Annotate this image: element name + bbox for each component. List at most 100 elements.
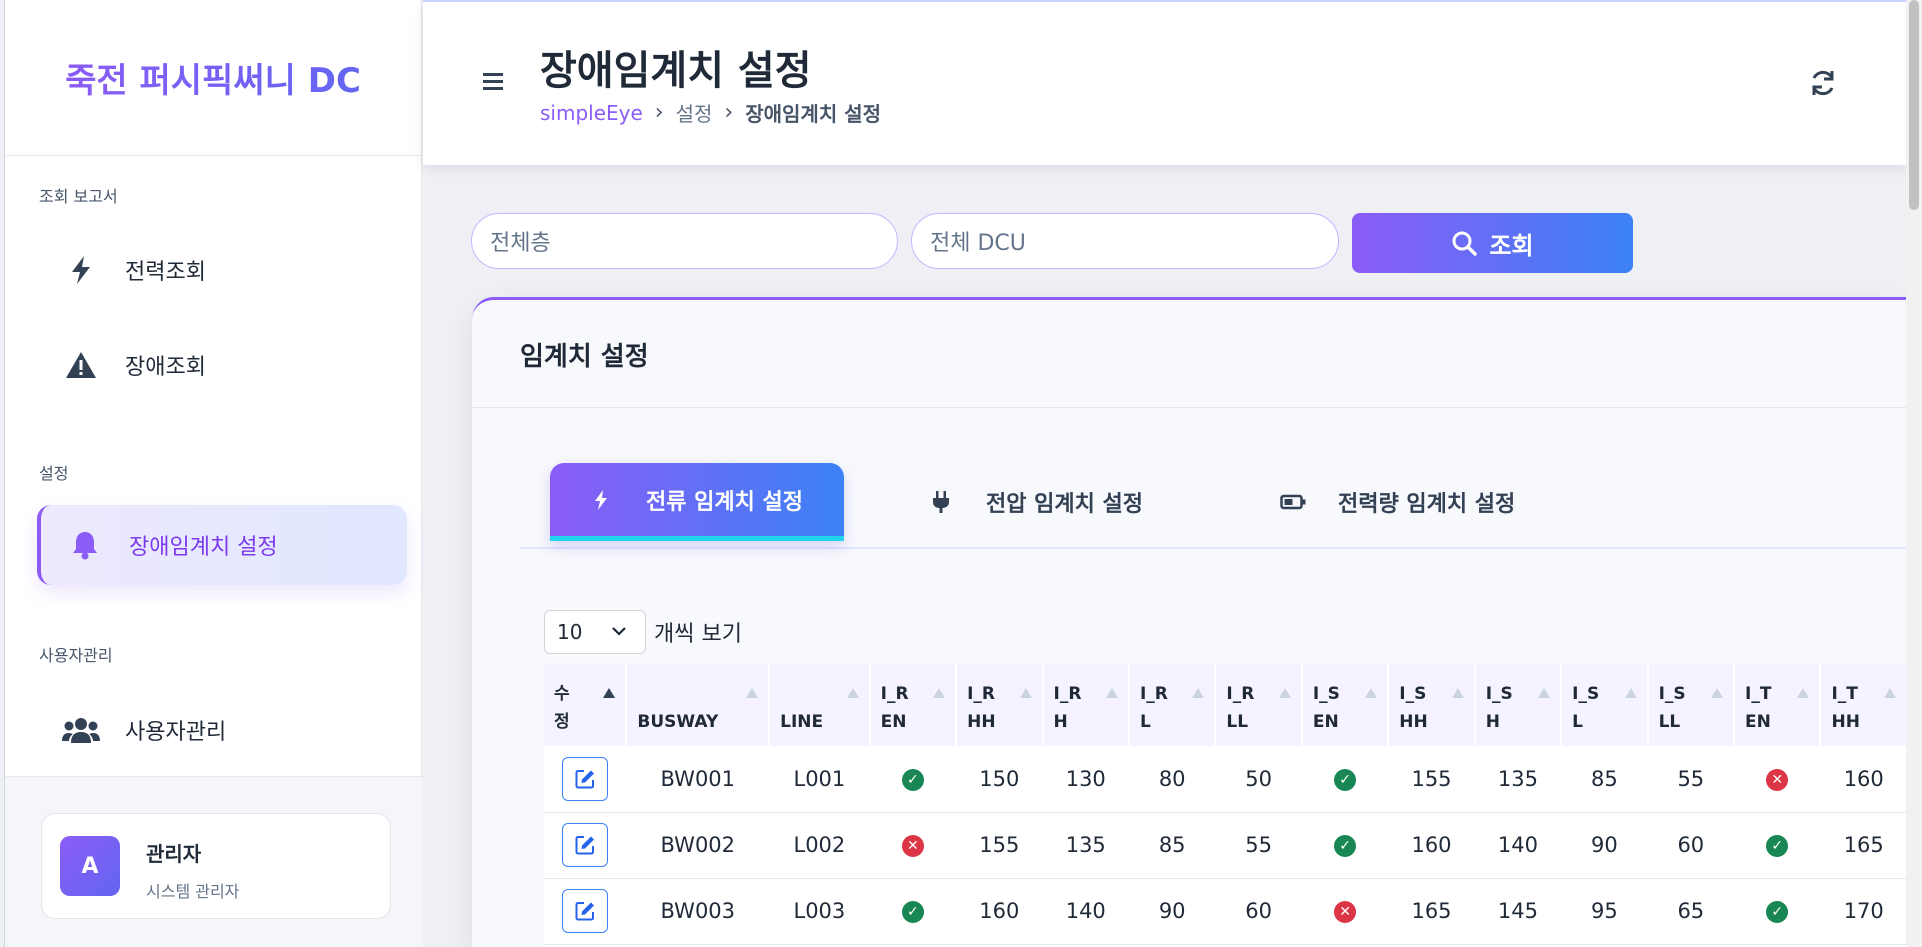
section-label-settings: 설정 — [39, 464, 69, 483]
cell-r-h: 130 — [1042, 746, 1129, 813]
col-header-it-hh[interactable]: I_T HH — [1820, 664, 1908, 746]
breadcrumb-home[interactable]: simpleEye — [540, 101, 643, 125]
cell-r-en: ✓ — [869, 746, 957, 813]
tab-current[interactable]: 전류 임계치 설정 — [550, 463, 844, 541]
page-length-select[interactable]: 10 — [544, 610, 646, 654]
cell-r-en: ✓ — [869, 878, 957, 945]
sort-icon — [1884, 688, 1896, 698]
cell-r-h: 135 — [1042, 812, 1129, 879]
col-header-ir-hh[interactable]: I_R HH — [956, 664, 1044, 746]
chevron-right-icon: › — [724, 100, 734, 125]
col-header-is-ll[interactable]: I_S LL — [1647, 664, 1736, 746]
sort-icon — [846, 688, 859, 698]
refresh-icon[interactable] — [1806, 66, 1840, 100]
col-header-is-h[interactable]: I_S H — [1474, 664, 1563, 746]
cell-s-hh: 155 — [1388, 746, 1475, 813]
cell-r-ll: 60 — [1215, 878, 1302, 945]
cell-r-l: 80 — [1128, 746, 1216, 813]
cell-t-en: ✓ — [1734, 878, 1821, 945]
sort-icon — [1278, 688, 1291, 698]
sort-icon — [746, 688, 759, 698]
page-title: 장애임계치 설정 — [540, 48, 812, 94]
sort-icon — [1365, 688, 1378, 698]
col-header-line[interactable]: LINE — [769, 664, 871, 746]
cell-r-hh: 150 — [956, 746, 1043, 813]
sort-icon — [933, 688, 946, 698]
section-label-reports: 조회 보고서 — [39, 187, 118, 206]
sort-icon — [1624, 688, 1637, 698]
cell-busway: BW001 — [626, 746, 770, 813]
battery-icon — [1278, 494, 1308, 510]
col-header-edit[interactable]: 수정 — [544, 664, 628, 746]
dcu-select[interactable]: 전체 DCU — [911, 213, 1339, 269]
cell-line: L003 — [769, 878, 870, 945]
sort-icon — [1192, 688, 1205, 698]
cell-s-h: 145 — [1474, 878, 1562, 945]
page-scrollbar[interactable] — [1906, 0, 1922, 947]
search-button[interactable]: 조회 — [1352, 213, 1633, 273]
col-header-is-hh[interactable]: I_S HH — [1388, 664, 1476, 746]
users-icon — [59, 708, 103, 752]
col-header-ir-h[interactable]: I_R H — [1042, 664, 1130, 746]
tab-energy[interactable]: 전력량 임계치 설정 — [1242, 463, 1612, 541]
sort-icon — [603, 688, 616, 698]
table-header-row: 수정 BUSWAY LINE I_R EN I_R HH I_R H I_R L I_R… — [544, 664, 1908, 746]
plug-icon — [926, 490, 956, 514]
sidebar-item-label: 장애임계치 설정 — [129, 535, 278, 560]
cell-s-en: ✓ — [1301, 746, 1389, 813]
col-header-ir-l[interactable]: I_R L — [1128, 664, 1217, 746]
sort-icon — [1451, 688, 1464, 698]
bolt-icon — [586, 489, 616, 511]
cell-s-en: ✕ — [1301, 878, 1389, 945]
card-header: 임계치 설정 — [472, 300, 1908, 408]
edit-button[interactable] — [562, 889, 609, 933]
sidebar-item-label: 장애조회 — [125, 355, 206, 380]
sidebar-item-users[interactable]: 사용자관리 — [37, 690, 407, 770]
col-header-is-en[interactable]: I_S EN — [1301, 664, 1390, 746]
sidebar-item-fault[interactable]: 장애조회 — [37, 325, 407, 405]
cell-s-ll: 65 — [1647, 878, 1735, 945]
sidebar: 죽전 퍼시픽써니 DC 조회 보고서 전력조회 장애조회 설정 장애임계치 설정… — [4, 0, 423, 947]
sidebar-footer: A 관리자 시스템 관리자 — [5, 776, 423, 947]
tab-voltage[interactable]: 전압 임계치 설정 — [890, 463, 1220, 541]
col-header-it-en[interactable]: I_T EN — [1734, 664, 1822, 746]
edit-button[interactable] — [562, 823, 609, 867]
cell-r-l: 90 — [1128, 878, 1216, 945]
cell-busway: BW002 — [626, 812, 770, 879]
sort-icon — [1797, 688, 1810, 698]
col-header-ir-ll[interactable]: I_R LL — [1215, 664, 1303, 746]
breadcrumb-settings[interactable]: 설정 — [676, 98, 713, 127]
section-label-users: 사용자관리 — [39, 646, 113, 665]
col-header-busway[interactable]: BUSWAY — [626, 664, 771, 746]
card-title: 임계치 설정 — [520, 342, 649, 372]
sidebar-item-power[interactable]: 전력조회 — [37, 230, 407, 310]
user-card[interactable]: A 관리자 시스템 관리자 — [41, 813, 391, 919]
cell-r-hh: 160 — [956, 878, 1043, 945]
page-length-label: 개씩 보기 — [654, 622, 742, 647]
col-header-is-l[interactable]: I_S L — [1561, 664, 1649, 746]
cell-t-en: ✓ — [1734, 812, 1821, 879]
cell-r-en: ✕ — [869, 812, 957, 879]
scroll-thumb[interactable] — [1909, 0, 1919, 210]
chevron-down-icon — [612, 627, 626, 636]
user-name: 관리자 — [146, 842, 202, 866]
edit-icon — [575, 836, 595, 855]
col-header-ir-en[interactable]: I_R EN — [869, 664, 958, 746]
edit-button[interactable] — [562, 756, 609, 801]
cell-t-hh: 165 — [1820, 812, 1907, 879]
menu-icon[interactable] — [479, 66, 509, 96]
table-row: BW003 L003 ✓ 160 140 90 60 ✕ 165 145 95 65 ✓ 170 — [544, 878, 1907, 945]
bell-icon — [63, 523, 107, 567]
check-circle-icon: ✓ — [1334, 835, 1357, 857]
breadcrumb-current: 장애임계치 설정 — [745, 102, 881, 126]
table-row: BW001 L001 ✓ 150 130 80 50 ✓ 155 135 85 55 ✕ 160 — [544, 746, 1907, 813]
cell-s-en: ✓ — [1301, 812, 1389, 879]
cell-busway: BW003 — [626, 878, 770, 945]
header: 장애임계치 설정 simpleEye › 설정 › 장애임계치 설정 — [423, 0, 1908, 165]
floor-select[interactable]: 전체층 — [471, 213, 898, 269]
edit-icon — [575, 902, 595, 921]
sidebar-item-label: 사용자관리 — [125, 720, 227, 745]
cell-r-hh: 155 — [956, 812, 1043, 879]
sidebar-item-threshold[interactable]: 장애임계치 설정 — [37, 505, 407, 585]
sort-icon — [1019, 688, 1032, 698]
